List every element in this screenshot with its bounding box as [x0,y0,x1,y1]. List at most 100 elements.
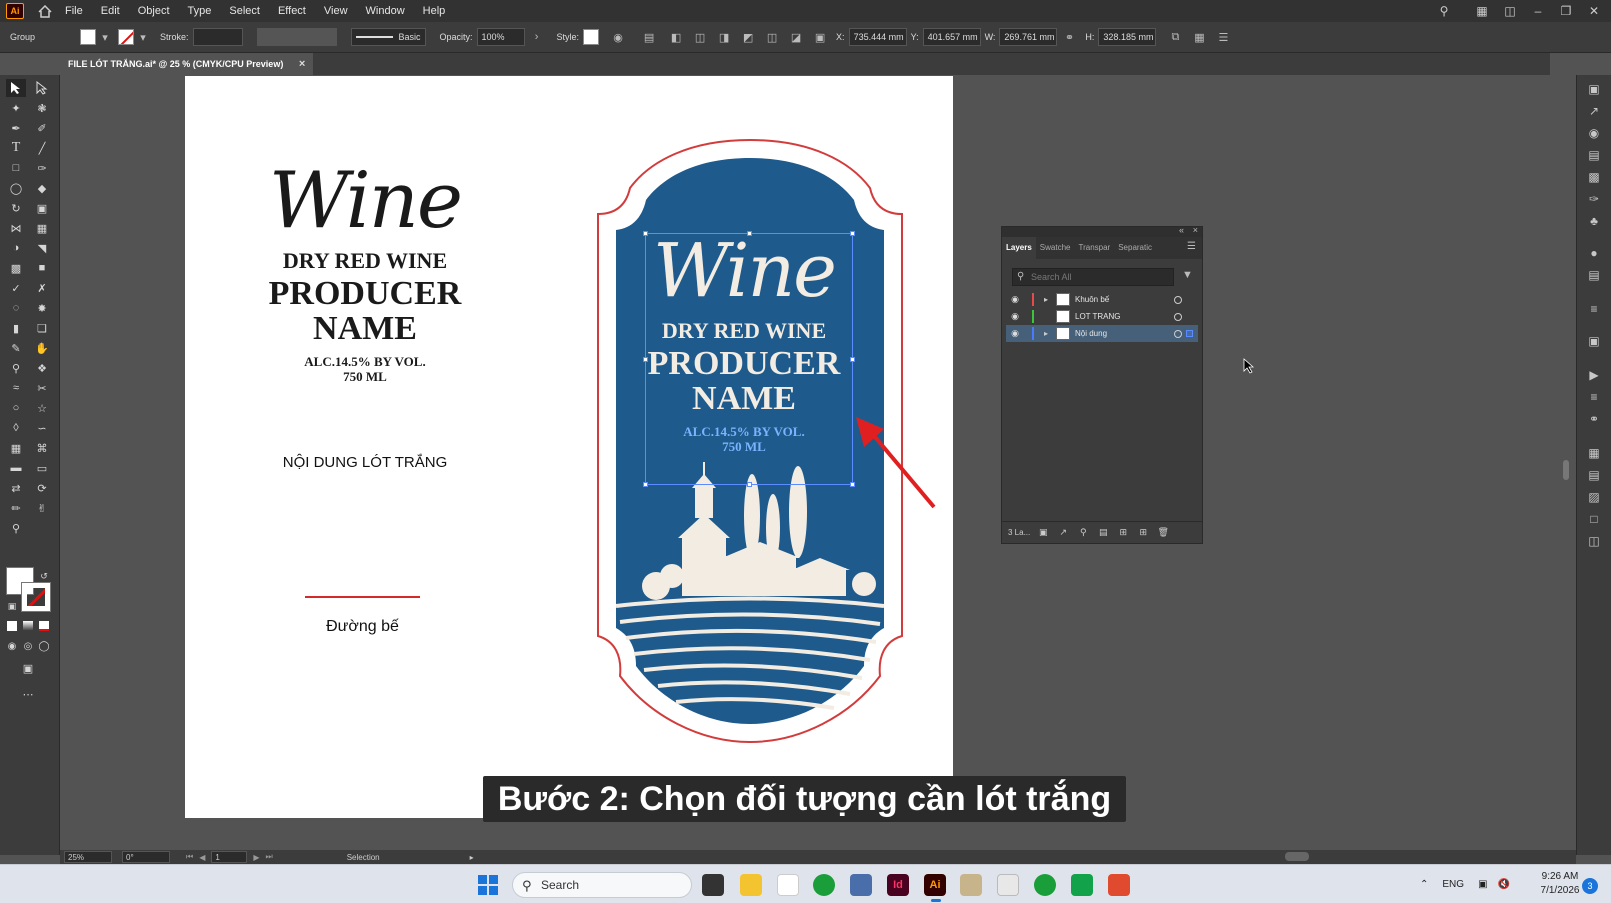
vertical-scrollbar[interactable] [1560,80,1572,840]
align-bottom-icon[interactable]: ◪ [787,28,805,46]
align-middle-icon[interactable]: ◫ [763,28,781,46]
actions-icon[interactable]: ▶ [1585,367,1603,383]
resize-handle[interactable] [643,482,648,487]
target-circle-icon[interactable] [1174,295,1182,304]
align-center-icon[interactable]: ◫ [691,28,709,46]
panel-header-strip[interactable]: « × [1002,225,1202,237]
symbol-sprayer-tool-icon[interactable]: ✸ [32,299,52,317]
presentation-icon[interactable] [1108,874,1130,896]
live-paint-tool-icon[interactable]: ▦ [6,439,26,457]
arrange-icon[interactable]: ◫ [1496,4,1524,18]
target-circle-icon[interactable] [1174,329,1182,338]
reference-label-design[interactable]: Wine DRY RED WINE PRODUCER NAME ALC.14.5… [245,156,485,384]
more-tools-icon[interactable]: ⋯ [18,685,38,703]
color-icon[interactable]: ● [1585,245,1603,261]
transform-reference-icon[interactable]: ▣ [811,28,829,46]
image-trace-icon[interactable]: ▣ [1585,333,1603,349]
taskbar-search-input[interactable]: ⚲ Search [512,872,692,898]
new-sublayer-icon[interactable]: ⊞ [1116,527,1130,539]
layer-row-noi-dung[interactable]: ◉ ▸ Nội dung [1006,325,1198,342]
next-artboard-icon[interactable]: ▶ [253,853,259,862]
twirl-tool-icon[interactable]: ⟳ [32,479,52,497]
close-icon[interactable]: × [299,53,305,75]
zoom-level-field[interactable]: 25% [64,851,112,863]
file-explorer-icon[interactable] [740,874,762,896]
swap-fill-stroke-icon[interactable]: ↺ [34,567,54,585]
scissors-tool-icon[interactable]: ✂ [32,379,52,397]
graph-tool-icon[interactable]: ▬ [6,459,26,477]
search-icon[interactable]: ⚲ [1430,4,1458,18]
document-tab[interactable]: FILE LÓT TRẮNG.ai* @ 25 % (CMYK/CPU Prev… [60,53,314,75]
layers-icon[interactable]: ≡ [1585,389,1603,405]
layer-row-khuon-be[interactable]: ◉ ▸ Khuôn bế [1006,291,1198,308]
puppet-warp-tool-icon[interactable]: ❖ [32,359,52,377]
curvature-tool-icon[interactable]: ✐ [32,119,52,137]
minimize-icon[interactable]: – [1524,4,1552,18]
chrome-alt-icon[interactable] [1034,874,1056,896]
tab-transparency[interactable]: Transpar [1074,237,1114,259]
type-tool-icon[interactable]: T [6,139,26,157]
selection-tool-icon[interactable] [6,79,26,97]
visibility-eye-icon[interactable]: ◉ [1006,294,1024,305]
visibility-eye-icon[interactable]: ◉ [1006,328,1024,339]
export-icon[interactable]: ↗ [1056,527,1070,539]
workspace-icon[interactable]: ▦ [1468,4,1496,18]
zoom-tool-icon[interactable]: ⚲ [6,519,26,537]
menu-help[interactable]: Help [414,0,455,22]
mesh-tool-icon[interactable]: ▩ [6,259,26,277]
layer-name[interactable]: Nội dung [1075,329,1155,338]
stroke-weight-field[interactable] [192,28,243,46]
collect-export-icon[interactable]: ▣ [1036,527,1050,539]
graphic-styles-icon[interactable]: ▤ [1585,147,1603,163]
chevron-down-icon[interactable]: ▾ [134,28,152,46]
tab-separations[interactable]: Separatic [1114,237,1156,259]
quick-actions-icon[interactable]: ☰ [1214,28,1232,46]
zoom-tool-icon[interactable]: ⚲ [6,359,26,377]
last-artboard-icon[interactable]: ⏭ [266,852,273,862]
network-icon[interactable]: ▣ [1478,879,1487,890]
isolate-icon[interactable]: ▦ [1190,28,1208,46]
new-layer-icon[interactable]: ⊞ [1136,527,1150,539]
collapse-panel-icon[interactable]: « [1179,225,1184,235]
resize-handle[interactable] [850,357,855,362]
first-artboard-icon[interactable]: ⏮ [186,852,193,862]
pathfinder-icon[interactable]: ▨ [1585,489,1603,505]
home-icon[interactable] [34,0,56,22]
warp-tool-icon[interactable]: ≈ [6,379,26,397]
resize-handle[interactable] [643,231,648,236]
language-indicator[interactable]: ENG [1442,879,1464,890]
layer-name[interactable]: Khuôn bế [1075,295,1155,304]
link-icon[interactable]: ⚭ [1060,28,1078,46]
slice-tool-icon[interactable]: ✎ [6,339,26,357]
crop-tool-icon[interactable]: ⌘ [32,439,52,457]
menu-view[interactable]: View [315,0,357,22]
brushes-icon[interactable]: ✑ [1585,191,1603,207]
links-icon[interactable]: ⚭ [1585,411,1603,427]
rotate-tool-icon[interactable]: ↻ [6,199,26,217]
resize-handle[interactable] [747,482,752,487]
resize-handle[interactable] [747,231,752,236]
windows-start-icon[interactable] [478,875,498,895]
clipping-mask-icon[interactable]: ▤ [1096,527,1110,539]
measure-tool-icon[interactable]: ✗ [32,279,52,297]
indesign-icon[interactable]: Id [887,874,909,896]
menu-edit[interactable]: Edit [92,0,129,22]
transform-icon[interactable]: ⧉ [1166,28,1184,46]
previous-artboard-icon[interactable]: ◀ [199,853,205,862]
rectangle-tool-icon[interactable]: □ [6,159,26,177]
layer-row-lot-trang[interactable]: ◉ LOT TRANG [1006,308,1198,325]
paintbrush-tool-icon[interactable]: ✑ [32,159,52,177]
width-field[interactable]: 269.761 mm [999,28,1058,46]
layers-search-input[interactable]: ⚲ Search All [1012,268,1174,286]
spreadsheet-icon[interactable] [1071,874,1093,896]
hand-tool-icon[interactable]: ✋ [32,339,52,357]
eyedropper-tool-icon[interactable]: ✓ [6,279,26,297]
hand-tool-icon[interactable]: ✌ [32,499,52,517]
align-to-icon[interactable]: ▤ [640,28,658,46]
width-tool-icon[interactable]: ⋈ [6,219,26,237]
tab-swatches[interactable]: Swatche [1036,237,1075,259]
stroke-color-box[interactable] [21,582,51,612]
vertical-scroll-thumb[interactable] [1563,460,1569,480]
visibility-eye-icon[interactable]: ◉ [1006,311,1024,322]
resize-handle[interactable] [643,357,648,362]
